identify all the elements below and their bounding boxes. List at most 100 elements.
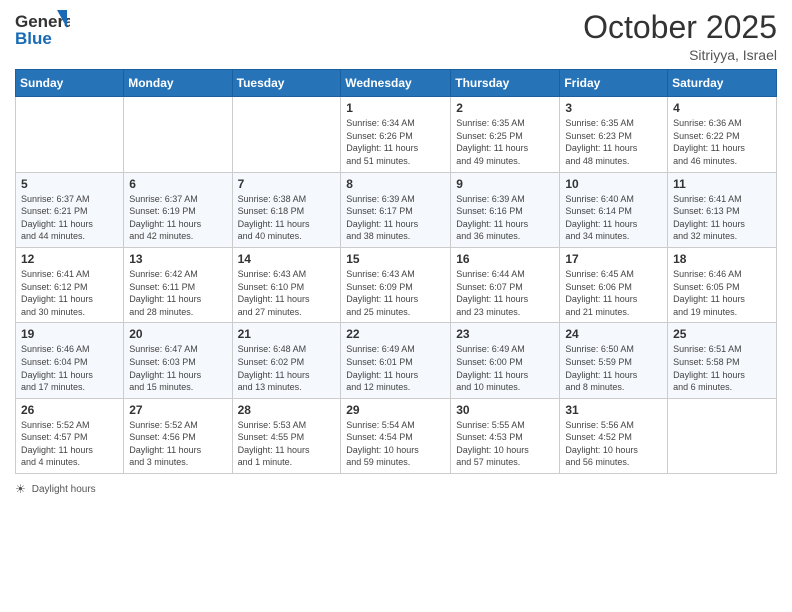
day-info: Sunrise: 6:49 AM Sunset: 6:01 PM Dayligh…	[346, 343, 445, 393]
day-info: Sunrise: 5:52 AM Sunset: 4:57 PM Dayligh…	[21, 419, 118, 469]
calendar-cell: 22Sunrise: 6:49 AM Sunset: 6:01 PM Dayli…	[341, 323, 451, 398]
page: GeneralBlue October 2025 Sitriyya, Israe…	[0, 0, 792, 612]
calendar-cell: 13 Sunrise: 6:42 AM Sunset: 6:11 PM Dayli…	[124, 247, 232, 322]
calendar-cell: 27Sunrise: 5:52 AM Sunset: 4:56 PM Dayli…	[124, 398, 232, 473]
calendar-week-row: 1 Sunrise: 6:34 AM Sunset: 6:26 PM Daylig…	[16, 97, 777, 172]
day-number: 20	[129, 327, 226, 341]
day-number: 1	[346, 101, 445, 115]
day-info: Sunrise: 5:52 AM Sunset: 4:56 PM Dayligh…	[129, 419, 226, 469]
day-info: Sunrise: 6:42 AM Sunset: 6:11 PM Dayligh…	[129, 268, 226, 318]
calendar-cell: 31Sunrise: 5:56 AM Sunset: 4:52 PM Dayli…	[560, 398, 668, 473]
day-number: 29	[346, 403, 445, 417]
day-info: Sunrise: 6:48 AM Sunset: 6:02 PM Dayligh…	[238, 343, 336, 393]
calendar-cell: 23 Sunrise: 6:49 AM Sunset: 6:00 PM Dayli…	[451, 323, 560, 398]
day-number: 28	[238, 403, 336, 417]
weekday-header-tuesday: Tuesday	[232, 70, 341, 97]
calendar-cell	[232, 97, 341, 172]
calendar-cell: 28 Sunrise: 5:53 AM Sunset: 4:55 PM Dayli…	[232, 398, 341, 473]
day-info: Sunrise: 6:37 AM Sunset: 6:21 PM Dayligh…	[21, 193, 118, 243]
calendar-cell: 5 Sunrise: 6:37 AM Sunset: 6:21 PM Daylig…	[16, 172, 124, 247]
day-number: 26	[21, 403, 118, 417]
day-info: Sunrise: 6:34 AM Sunset: 6:26 PM Dayligh…	[346, 117, 445, 167]
calendar-cell: 18 Sunrise: 6:46 AM Sunset: 6:05 PM Dayli…	[668, 247, 777, 322]
day-number: 10	[565, 177, 662, 191]
calendar-cell: 24 Sunrise: 6:50 AM Sunset: 5:59 PM Dayli…	[560, 323, 668, 398]
calendar-cell: 12 Sunrise: 6:41 AM Sunset: 6:12 PM Dayli…	[16, 247, 124, 322]
svg-text:Blue: Blue	[15, 29, 52, 48]
day-info: Sunrise: 6:37 AM Sunset: 6:19 PM Dayligh…	[129, 193, 226, 243]
day-number: 19	[21, 327, 118, 341]
day-info: Sunrise: 6:40 AM Sunset: 6:14 PM Dayligh…	[565, 193, 662, 243]
calendar-cell: 15Sunrise: 6:43 AM Sunset: 6:09 PM Dayli…	[341, 247, 451, 322]
weekday-header-monday: Monday	[124, 70, 232, 97]
calendar-cell: 6Sunrise: 6:37 AM Sunset: 6:19 PM Daylig…	[124, 172, 232, 247]
calendar-week-row: 12 Sunrise: 6:41 AM Sunset: 6:12 PM Dayli…	[16, 247, 777, 322]
day-number: 17	[565, 252, 662, 266]
day-number: 2	[456, 101, 554, 115]
day-number: 3	[565, 101, 662, 115]
calendar-week-row: 5 Sunrise: 6:37 AM Sunset: 6:21 PM Daylig…	[16, 172, 777, 247]
day-info: Sunrise: 6:41 AM Sunset: 6:12 PM Dayligh…	[21, 268, 118, 318]
day-info: Sunrise: 6:47 AM Sunset: 6:03 PM Dayligh…	[129, 343, 226, 393]
day-info: Sunrise: 6:50 AM Sunset: 5:59 PM Dayligh…	[565, 343, 662, 393]
day-number: 13	[129, 252, 226, 266]
day-info: Sunrise: 6:46 AM Sunset: 6:04 PM Dayligh…	[21, 343, 118, 393]
day-number: 8	[346, 177, 445, 191]
daylight-label: Daylight hours	[32, 484, 96, 495]
footer-legend: ☀ Daylight hours	[15, 482, 777, 496]
day-number: 30	[456, 403, 554, 417]
day-number: 25	[673, 327, 771, 341]
header: GeneralBlue October 2025 Sitriyya, Israe…	[15, 10, 777, 63]
day-number: 11	[673, 177, 771, 191]
day-info: Sunrise: 6:49 AM Sunset: 6:00 PM Dayligh…	[456, 343, 554, 393]
day-info: Sunrise: 5:55 AM Sunset: 4:53 PM Dayligh…	[456, 419, 554, 469]
footer: ☀ Daylight hours	[15, 482, 777, 496]
calendar-cell: 14 Sunrise: 6:43 AM Sunset: 6:10 PM Dayli…	[232, 247, 341, 322]
weekday-header-sunday: Sunday	[16, 70, 124, 97]
calendar-cell: 10 Sunrise: 6:40 AM Sunset: 6:14 PM Dayli…	[560, 172, 668, 247]
calendar-cell: 21Sunrise: 6:48 AM Sunset: 6:02 PM Dayli…	[232, 323, 341, 398]
calendar-cell: 1 Sunrise: 6:34 AM Sunset: 6:26 PM Daylig…	[341, 97, 451, 172]
day-info: Sunrise: 6:43 AM Sunset: 6:10 PM Dayligh…	[238, 268, 336, 318]
title-block: October 2025 Sitriyya, Israel	[583, 10, 777, 63]
month-title: October 2025	[583, 10, 777, 45]
day-number: 15	[346, 252, 445, 266]
calendar-cell: 3 Sunrise: 6:35 AM Sunset: 6:23 PM Daylig…	[560, 97, 668, 172]
calendar-cell: 19 Sunrise: 6:46 AM Sunset: 6:04 PM Dayli…	[16, 323, 124, 398]
day-number: 7	[238, 177, 336, 191]
day-info: Sunrise: 6:41 AM Sunset: 6:13 PM Dayligh…	[673, 193, 771, 243]
calendar-cell	[668, 398, 777, 473]
calendar-week-row: 19 Sunrise: 6:46 AM Sunset: 6:04 PM Dayli…	[16, 323, 777, 398]
calendar-cell: 30 Sunrise: 5:55 AM Sunset: 4:53 PM Dayli…	[451, 398, 560, 473]
day-number: 18	[673, 252, 771, 266]
calendar-cell: 11 Sunrise: 6:41 AM Sunset: 6:13 PM Dayli…	[668, 172, 777, 247]
day-info: Sunrise: 6:38 AM Sunset: 6:18 PM Dayligh…	[238, 193, 336, 243]
day-info: Sunrise: 6:39 AM Sunset: 6:17 PM Dayligh…	[346, 193, 445, 243]
day-number: 24	[565, 327, 662, 341]
day-number: 5	[21, 177, 118, 191]
day-number: 9	[456, 177, 554, 191]
calendar-cell: 20 Sunrise: 6:47 AM Sunset: 6:03 PM Dayli…	[124, 323, 232, 398]
calendar-cell	[16, 97, 124, 172]
weekday-header-friday: Friday	[560, 70, 668, 97]
day-info: Sunrise: 5:54 AM Sunset: 4:54 PM Dayligh…	[346, 419, 445, 469]
weekday-header-saturday: Saturday	[668, 70, 777, 97]
calendar-cell: 26 Sunrise: 5:52 AM Sunset: 4:57 PM Dayli…	[16, 398, 124, 473]
calendar-cell: 7 Sunrise: 6:38 AM Sunset: 6:18 PM Daylig…	[232, 172, 341, 247]
day-info: Sunrise: 6:36 AM Sunset: 6:22 PM Dayligh…	[673, 117, 771, 167]
day-number: 31	[565, 403, 662, 417]
day-number: 14	[238, 252, 336, 266]
day-info: Sunrise: 6:51 AM Sunset: 5:58 PM Dayligh…	[673, 343, 771, 393]
weekday-header-row: SundayMondayTuesdayWednesdayThursdayFrid…	[16, 70, 777, 97]
day-info: Sunrise: 6:35 AM Sunset: 6:25 PM Dayligh…	[456, 117, 554, 167]
day-info: Sunrise: 6:35 AM Sunset: 6:23 PM Dayligh…	[565, 117, 662, 167]
calendar-cell	[124, 97, 232, 172]
calendar-cell: 29 Sunrise: 5:54 AM Sunset: 4:54 PM Dayli…	[341, 398, 451, 473]
sun-icon: ☀	[15, 482, 26, 496]
day-info: Sunrise: 5:53 AM Sunset: 4:55 PM Dayligh…	[238, 419, 336, 469]
logo: GeneralBlue	[15, 10, 70, 48]
day-number: 12	[21, 252, 118, 266]
day-info: Sunrise: 6:39 AM Sunset: 6:16 PM Dayligh…	[456, 193, 554, 243]
day-number: 23	[456, 327, 554, 341]
day-info: Sunrise: 6:46 AM Sunset: 6:05 PM Dayligh…	[673, 268, 771, 318]
